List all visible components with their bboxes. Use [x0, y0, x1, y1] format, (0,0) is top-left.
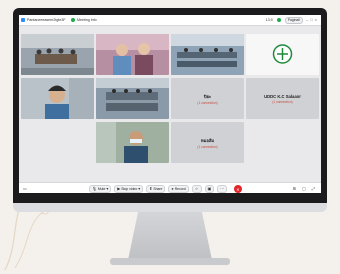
end-call-button[interactable]: ✕ — [233, 185, 242, 193]
video-tile-two-women[interactable] — [96, 34, 169, 75]
zoom-logo-icon — [21, 18, 25, 22]
meeting-toolbar: ▭ 🎙︎ Mute ▾ ▶ Stop video ▾ ⬆ Share ● Rec… — [19, 182, 321, 193]
participant-name: UDDC K.C Salaanr — [264, 93, 301, 99]
participant-status: (1 connection) — [272, 99, 293, 104]
monitor-chin — [13, 203, 327, 212]
tab-meeting-info-label: Meeting info — [77, 18, 97, 22]
record-label: Record — [174, 187, 186, 191]
share-label: Share — [153, 187, 163, 191]
monitor-base — [110, 258, 230, 265]
stop-video-label: Stop video — [121, 187, 138, 191]
video-tile-older-woman[interactable] — [21, 78, 94, 119]
microphone-icon: 🎙︎ — [92, 187, 97, 191]
zoom-window: Pantaneeeaseer2tgte3F Meeting info 13:0 … — [19, 15, 321, 193]
reactions-button[interactable]: ☺ — [191, 185, 202, 193]
mute-label: Mute — [97, 187, 106, 191]
mute-button[interactable]: 🎙︎ Mute ▾ — [89, 185, 112, 193]
chevron-down-icon: ▾ — [138, 187, 141, 191]
window-controls[interactable]: –□× — [306, 15, 319, 25]
apps-button[interactable]: ▣ — [204, 185, 215, 193]
video-tile-meeting-hall[interactable] — [171, 34, 244, 75]
participant-name: ปิยะ — [203, 93, 212, 99]
participant-tile-2[interactable]: UDDC K.C Salaanr (1 connection) — [246, 78, 319, 119]
phone-hangup-icon: ✕ — [236, 186, 240, 192]
video-tile-logo[interactable] — [246, 34, 319, 75]
title-right: 13:0 Paginati — [266, 15, 303, 25]
record-button[interactable]: ● Record — [168, 185, 189, 193]
participant-tile-3[interactable]: หมอส้ม (1 connection) — [171, 122, 244, 163]
more-icon: ⋯ — [220, 187, 224, 191]
video-tile-masked-man[interactable] — [96, 122, 169, 163]
participants-icon[interactable]: ⊞ — [293, 186, 296, 191]
monitor-stand — [128, 212, 212, 260]
chevron-down-icon: ▾ — [106, 187, 109, 191]
view-pill[interactable]: Paginati — [284, 16, 303, 24]
video-tile-classroom[interactable] — [96, 78, 169, 119]
title-bar: Pantaneeeaseer2tgte3F Meeting info 13:0 … — [19, 15, 321, 26]
tab-meeting-label: Pantaneeeaseer2tgte3F — [27, 18, 66, 22]
chat-icon[interactable]: ▭ — [23, 186, 27, 191]
more-button[interactable]: ⋯ — [217, 185, 227, 193]
apps-icon: ▣ — [207, 187, 212, 191]
toolbar-center: 🎙︎ Mute ▾ ▶ Stop video ▾ ⬆ Share ● Recor… — [89, 185, 242, 193]
meeting-timer: 13:0 — [265, 18, 273, 22]
record-icon: ● — [171, 187, 174, 191]
info-icon — [71, 18, 75, 22]
security-shield-icon — [276, 18, 281, 22]
stop-video-button[interactable]: ▶ Stop video ▾ — [114, 185, 144, 193]
expand-icon[interactable]: ⤢ — [312, 186, 315, 191]
participant-tile-1[interactable]: ปิยะ (1 connection) — [171, 78, 244, 119]
share-screen-icon: ⬆ — [149, 187, 153, 191]
toolbar-right: ⊞ ▢ ⤢ — [293, 186, 315, 191]
participant-status: (1 connection) — [197, 100, 218, 105]
tab-meeting[interactable]: Pantaneeeaseer2tgte3F — [21, 15, 66, 25]
video-tile-conference-room[interactable] — [21, 34, 94, 75]
reactions-icon: ☺ — [194, 187, 199, 191]
share-button[interactable]: ⬆ Share — [146, 185, 166, 193]
participant-status: (1 connection) — [197, 144, 218, 149]
participant-name: หมอส้ม — [200, 137, 215, 143]
video-camera-icon: ▶ — [117, 187, 121, 191]
tab-meeting-info[interactable]: Meeting info — [71, 15, 97, 25]
chat-bubble-icon[interactable]: ▢ — [302, 186, 306, 191]
